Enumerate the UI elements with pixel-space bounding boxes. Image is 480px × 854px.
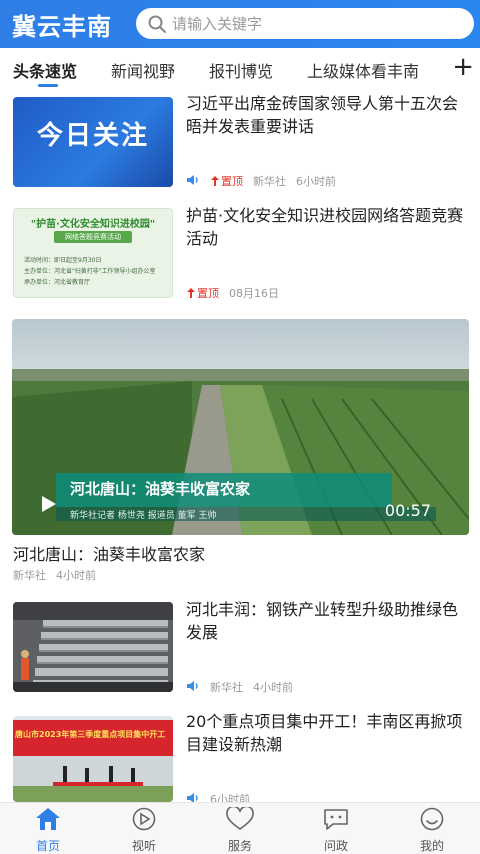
chat-icon — [322, 807, 350, 835]
app-title: 冀云丰南 — [12, 12, 112, 41]
ceremony-banner: 唐山市2023年第三季度重点项目集中开工 — [13, 720, 173, 756]
news-meta: 6小时前 — [186, 791, 250, 802]
active-tab-indicator — [38, 84, 58, 87]
video-player[interactable]: 河北唐山：油葵丰收富农家 新华社记者 杨世尧 报道员 董军 王帅 00:57 — [12, 319, 469, 535]
news-time: 6小时前 — [296, 175, 336, 188]
banner-text: 唐山市2023年第三季度重点项目集中开工 — [15, 730, 166, 739]
news-thumbnail — [13, 602, 173, 692]
video-overlay-title: 河北唐山：油葵丰收富农家 — [70, 480, 251, 498]
play-icon — [131, 807, 157, 835]
news-meta: 新华社 4小时前 — [13, 567, 96, 583]
video-overlay-credits: 新华社记者 杨世尧 报道员 董军 王帅 — [70, 511, 217, 521]
nav-label: 视听 — [131, 839, 156, 853]
search-input[interactable] — [172, 14, 442, 33]
pinned-badge: 置顶 — [210, 173, 243, 189]
news-thumbnail: 今日关注 — [13, 97, 173, 187]
add-tab-button[interactable]: + — [452, 54, 474, 80]
news-feed[interactable]: 今日关注 习近平出席金砖国家领导人第十五次会晤并发表重要讲话 置顶 新华社 6小… — [0, 90, 480, 802]
news-time: 6小时前 — [210, 793, 250, 802]
nav-label: 问政 — [323, 839, 348, 853]
tab-newspapers[interactable]: 报刊博览 — [209, 58, 273, 82]
audio-icon[interactable] — [186, 174, 200, 189]
ceremony-scene — [13, 756, 173, 802]
tab-superior-media[interactable]: 上级媒体看丰南 — [307, 58, 419, 82]
profile-icon — [419, 807, 445, 835]
news-time: 4小时前 — [56, 569, 96, 582]
news-meta: 置顶 新华社 6小时前 — [186, 173, 336, 189]
thumbnail-title: "护苗·文化安全知识进校园" — [30, 219, 156, 230]
pinned-badge: 置顶 — [186, 285, 219, 301]
thumbnail-caption: 今日关注 — [36, 121, 149, 151]
tab-headlines[interactable]: 头条速览 — [13, 58, 77, 82]
search-bar[interactable] — [136, 8, 474, 39]
nav-audiovisual[interactable]: 视听 — [112, 807, 176, 854]
app-header: 冀云丰南 — [0, 0, 480, 48]
news-source: 新华社 — [13, 569, 46, 582]
news-title[interactable]: 20个重点项目集中开工！丰南区再掀项目建设新热潮 — [186, 710, 470, 756]
tab-news-vision[interactable]: 新闻视野 — [111, 58, 175, 82]
thumbnail-text-lines: 活动时间：即日起至9月30日 主办单位：河北省"扫黄打非"工作领导小组办公室 承… — [24, 257, 156, 286]
video-duration: 00:57 — [384, 501, 431, 520]
news-thumbnail: 唐山市2023年第三季度重点项目集中开工 — [13, 716, 173, 802]
nav-profile[interactable]: 我的 — [400, 807, 464, 854]
news-time: 4小时前 — [253, 681, 293, 694]
play-icon[interactable] — [42, 496, 56, 512]
news-source: 新华社 — [210, 681, 243, 694]
nav-label: 我的 — [419, 839, 444, 853]
news-title[interactable]: 护苗·文化安全知识进校园网络答题竞赛活动 — [186, 204, 470, 250]
search-icon — [142, 14, 172, 34]
news-meta: 新华社 4小时前 — [186, 679, 293, 695]
home-icon — [35, 807, 61, 835]
audio-icon[interactable] — [186, 680, 200, 695]
audio-icon[interactable] — [186, 792, 200, 802]
news-thumbnail: "护苗·文化安全知识进校园" 网络答题竞赛活动 活动时间：即日起至9月30日 主… — [13, 208, 173, 298]
thumbnail-subtitle: 网络答题竞赛活动 — [54, 231, 132, 243]
steel-image — [13, 602, 173, 692]
news-title[interactable]: 河北丰润：钢铁产业转型升级助推绿色发展 — [186, 598, 470, 644]
channel-tabs: 头条速览 新闻视野 报刊博览 上级媒体看丰南 — [0, 48, 480, 90]
video-title[interactable]: 河北唐山：油葵丰收富农家 — [13, 541, 205, 565]
news-date: 08月16日 — [229, 287, 279, 300]
bottom-nav: 首页 视听 服务 问政 我的 — [0, 802, 480, 854]
nav-inquiry[interactable]: 问政 — [304, 807, 368, 854]
nav-label: 服务 — [227, 839, 252, 853]
news-meta: 置顶 08月16日 — [186, 285, 279, 301]
news-source: 新华社 — [253, 175, 286, 188]
nav-label: 首页 — [35, 839, 60, 853]
news-title[interactable]: 习近平出席金砖国家领导人第十五次会晤并发表重要讲话 — [186, 92, 470, 138]
nav-service[interactable]: 服务 — [208, 805, 272, 854]
nav-home[interactable]: 首页 — [16, 807, 80, 854]
heart-icon — [226, 805, 254, 835]
